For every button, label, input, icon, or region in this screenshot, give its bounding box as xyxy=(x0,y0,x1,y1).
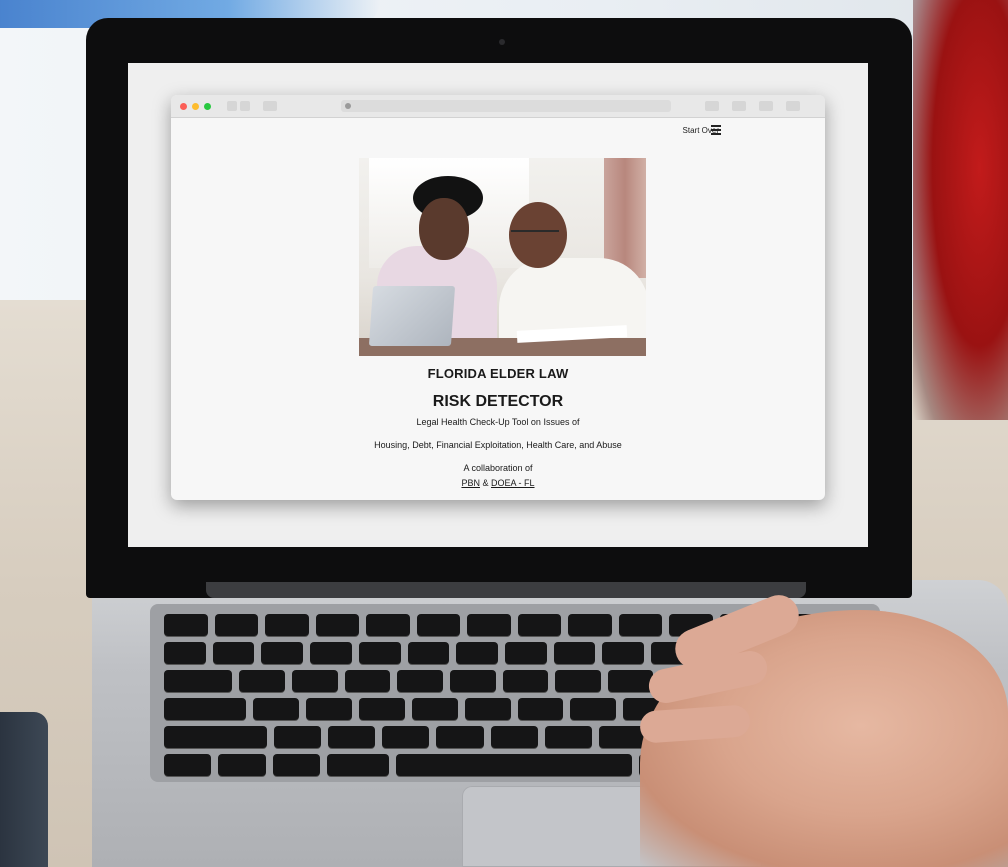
phone-edge xyxy=(0,712,48,867)
partners-line: PBN & DOEA - FL xyxy=(171,478,825,488)
window-zoom-icon[interactable] xyxy=(204,103,211,110)
forward-icon[interactable] xyxy=(240,101,250,111)
window-close-icon[interactable] xyxy=(180,103,187,110)
laptop-hinge xyxy=(206,582,806,598)
hero-photo xyxy=(359,158,646,356)
address-bar[interactable] xyxy=(341,100,671,112)
blurred-red-shirt xyxy=(913,0,1008,420)
lock-icon xyxy=(345,103,351,109)
download-icon[interactable] xyxy=(705,101,719,111)
title-line-2: RISK DETECTOR xyxy=(432,393,564,410)
browser-toolbar xyxy=(171,95,825,118)
title-line-1: FLORIDA ELDER LAW xyxy=(427,366,569,381)
subtitle-line-1: Legal Health Check-Up Tool on Issues of xyxy=(416,417,580,427)
collaboration-label: A collaboration of xyxy=(463,463,533,473)
back-icon[interactable] xyxy=(227,101,237,111)
share-icon[interactable] xyxy=(732,101,746,111)
window-minimize-icon[interactable] xyxy=(192,103,199,110)
subtitle-line-2: Housing, Debt, Financial Exploitation, H… xyxy=(374,440,622,450)
browser-window: Start Over FLORIDA ELDER LAW RISK DETECT… xyxy=(171,95,825,500)
sidebar-icon[interactable] xyxy=(263,101,277,111)
ampersand: & xyxy=(482,478,489,488)
hamburger-menu-icon[interactable] xyxy=(711,125,721,135)
partner-doea-link[interactable]: DOEA - FL xyxy=(491,478,535,488)
new-tab-icon[interactable] xyxy=(786,101,800,111)
tabs-icon[interactable] xyxy=(759,101,773,111)
partner-pbn-link[interactable]: PBN xyxy=(461,478,480,488)
webcam-icon xyxy=(499,39,505,45)
